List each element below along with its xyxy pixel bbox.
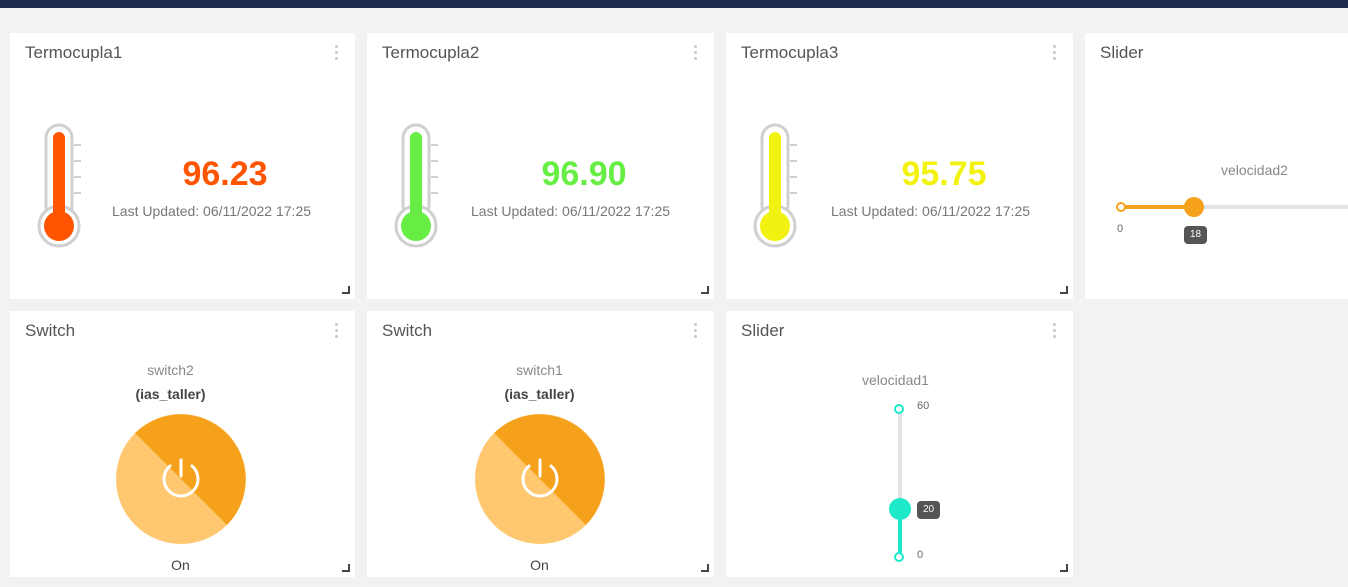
slider-min-marker: [1116, 202, 1126, 212]
header-bar: [0, 0, 1348, 8]
slider-min-label: 0: [1117, 223, 1124, 235]
switch-device: (ias_taller): [504, 386, 575, 402]
widget-title: Termocupla1: [25, 43, 123, 62]
slider-max-marker: [894, 404, 904, 414]
thermocouple-widget-2: Termocupla2 96.90 Last Updated: 06/11/20…: [367, 33, 714, 299]
resize-handle[interactable]: [342, 286, 350, 294]
last-updated-text: Last Updated: 06/11/2022 17:25: [831, 203, 1031, 219]
widget-title: Termocupla2: [382, 43, 480, 62]
power-toggle-button[interactable]: [116, 414, 246, 544]
slider-handle[interactable]: [1184, 197, 1204, 217]
switch-state: On: [171, 557, 190, 573]
widget-menu-icon[interactable]: [335, 323, 339, 339]
power-toggle-button[interactable]: [475, 414, 605, 544]
widget-menu-icon[interactable]: [1053, 323, 1057, 339]
thermocouple-widget-3: Termocupla3 95.75 Last Updated: 06/11/20…: [726, 33, 1073, 299]
thermometer-icon: [394, 123, 438, 248]
widget-menu-icon[interactable]: [335, 45, 339, 61]
widget-menu-icon[interactable]: [1053, 45, 1057, 61]
widget-title: Switch: [25, 321, 76, 340]
switch-name: switch2: [147, 362, 194, 378]
resize-handle[interactable]: [342, 564, 350, 572]
temperature-value: 96.23: [182, 155, 268, 193]
last-updated-text: Last Updated: 06/11/2022 17:25: [112, 203, 312, 219]
slider-value-badge: 20: [917, 501, 941, 519]
switch-widget-1: Switch switch2 (ias_taller) On: [10, 311, 355, 577]
widget-title: Slider: [741, 321, 785, 340]
switch-device: (ias_taller): [135, 386, 206, 402]
slider-widget-vertical: Slider velocidad1 60 0 20: [726, 311, 1073, 577]
slider-handle[interactable]: [889, 498, 911, 520]
temperature-value: 95.75: [901, 155, 987, 193]
resize-handle[interactable]: [701, 286, 709, 294]
widget-menu-icon[interactable]: [694, 323, 698, 339]
temperature-value: 96.90: [541, 155, 627, 193]
slider-max-label: 60: [917, 400, 930, 412]
thermocouple-widget-1: Termocupla1 96.23 Last Updated: 06/11/20…: [10, 33, 355, 299]
resize-handle[interactable]: [1060, 286, 1068, 294]
thermometer-icon: [753, 123, 797, 248]
widget-title: Termocupla3: [741, 43, 839, 62]
slider-min-label: 0: [917, 549, 924, 561]
switch-state: On: [530, 557, 549, 573]
slider-min-marker: [894, 552, 904, 562]
resize-handle[interactable]: [1060, 564, 1068, 572]
widget-title: Switch: [382, 321, 433, 340]
switch-name: switch1: [516, 362, 563, 378]
widget-menu-icon[interactable]: [694, 45, 698, 61]
slider-label: velocidad1: [862, 372, 929, 388]
slider-value-badge: 18: [1184, 226, 1208, 244]
last-updated-text: Last Updated: 06/11/2022 17:25: [471, 203, 671, 219]
slider-label: velocidad2: [1221, 162, 1288, 178]
thermometer-icon: [37, 123, 81, 248]
slider-widget-horizontal: Slider velocidad2 0 18: [1085, 33, 1348, 299]
widget-title: Slider: [1100, 43, 1144, 62]
resize-handle[interactable]: [701, 564, 709, 572]
switch-widget-2: Switch switch1 (ias_taller) On: [367, 311, 714, 577]
